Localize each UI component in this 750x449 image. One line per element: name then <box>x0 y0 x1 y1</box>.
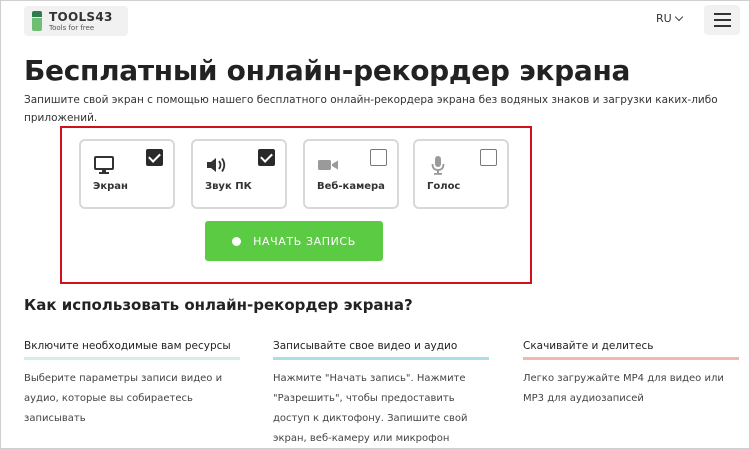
option-card-pc-sound[interactable]: Звук ПК <box>191 139 287 209</box>
logo-icon <box>32 11 42 31</box>
menu-icon-line <box>713 19 731 21</box>
howto-step-1: Включите необходимые вам ресурсы Выберит… <box>24 340 240 429</box>
page-subtitle: Запишите свой экран с помощью нашего бес… <box>24 94 718 124</box>
page-title: Бесплатный онлайн-рекордер экрана <box>24 54 631 87</box>
menu-icon-line <box>713 13 731 15</box>
howto-heading: Как использовать онлайн-рекордер экрана? <box>24 296 413 314</box>
monitor-icon <box>93 156 115 174</box>
howto-step-2: Записывайте свое видео и аудио Нажмите "… <box>273 340 489 449</box>
microphone-icon <box>427 156 449 175</box>
step-text: Нажмите "Начать запись". Нажмите "Разреш… <box>273 373 468 444</box>
speaker-icon <box>205 156 227 174</box>
option-card-screen[interactable]: Экран <box>79 139 175 209</box>
step-text: Выберите параметры записи видео и аудио,… <box>24 373 223 424</box>
step-title: Скачивайте и делитесь <box>523 340 654 352</box>
site-logo[interactable]: TOOLS43 Tools for free <box>24 6 128 36</box>
menu-icon-line <box>713 25 731 27</box>
hamburger-menu-button[interactable] <box>704 5 740 35</box>
option-checkbox[interactable] <box>370 149 387 166</box>
step-accent-bar <box>24 357 240 360</box>
language-selector[interactable]: RU <box>656 12 683 25</box>
option-label: Звук ПК <box>205 181 252 192</box>
logo-tagline: Tools for free <box>49 23 95 32</box>
start-recording-label: НАЧАТЬ ЗАПИСЬ <box>253 234 356 248</box>
start-recording-button[interactable]: НАЧАТЬ ЗАПИСЬ <box>205 221 383 261</box>
logo-name: TOOLS43 <box>49 9 113 24</box>
option-label: Голос <box>427 181 461 192</box>
option-label: Веб-камера <box>317 181 385 192</box>
option-checkbox[interactable] <box>146 149 163 166</box>
step-title: Записывайте свое видео и аудио <box>273 340 458 352</box>
step-accent-bar <box>523 357 739 360</box>
option-checkbox[interactable] <box>258 149 275 166</box>
option-checkbox[interactable] <box>480 149 497 166</box>
chevron-down-icon <box>674 12 683 22</box>
step-title: Включите необходимые вам ресурсы <box>24 340 231 352</box>
record-dot-icon <box>232 236 242 246</box>
option-card-webcam[interactable]: Веб-камера <box>303 139 399 209</box>
language-label: RU <box>656 12 672 25</box>
option-label: Экран <box>93 181 128 192</box>
step-accent-bar <box>273 357 489 360</box>
step-text: Легко загружайте MP4 для видео или MP3 д… <box>523 373 724 404</box>
howto-step-3: Скачивайте и делитесь Легко загружайте M… <box>523 340 739 409</box>
option-card-voice[interactable]: Голос <box>413 139 509 209</box>
camera-icon <box>317 156 339 174</box>
